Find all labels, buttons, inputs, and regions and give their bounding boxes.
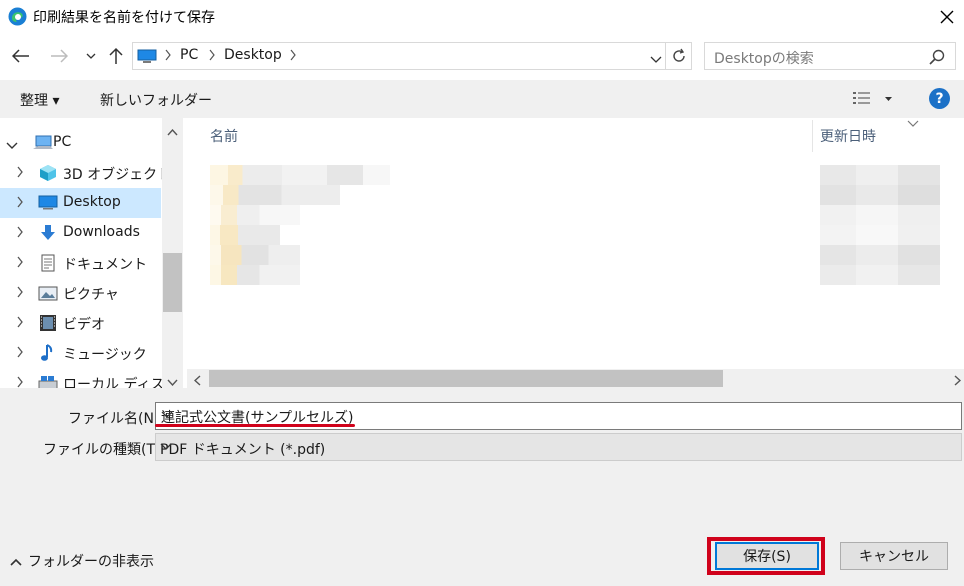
breadcrumb-separator-icon [164, 49, 172, 65]
arrow-left-icon [12, 49, 29, 63]
chevron-right-icon[interactable] [16, 196, 24, 212]
nav-item-label: ミュージック [63, 347, 147, 363]
scroll-up-icon[interactable] [167, 124, 178, 140]
pc-icon [32, 134, 53, 152]
3d-objects-icon [38, 164, 58, 182]
help-button[interactable]: ? [929, 88, 950, 109]
chevron-down-icon[interactable] [161, 407, 957, 423]
forward-button[interactable] [44, 42, 74, 70]
edge-logo-icon [8, 7, 27, 26]
nav-item-label: ピクチャ [63, 287, 119, 303]
close-button[interactable] [930, 0, 964, 34]
arrow-right-icon [51, 49, 68, 63]
breadcrumb-separator-icon [208, 49, 216, 65]
hide-folders-toggle[interactable]: フォルダーの非表示 [10, 551, 154, 571]
recent-locations-button[interactable] [82, 42, 100, 70]
chevron-right-icon[interactable] [16, 316, 24, 332]
nav-item-label: ビデオ [63, 317, 105, 333]
up-button[interactable] [104, 42, 128, 70]
filetype-select[interactable]: PDF ドキュメント (*.pdf) [155, 433, 962, 461]
documents-icon [38, 254, 58, 272]
view-options-button[interactable] [852, 88, 896, 110]
file-row-blurred[interactable] [210, 205, 300, 225]
navigation-pane: PC 3D オブジェクト Desktop Downloads ドキュメント ピク… [0, 118, 183, 388]
chevron-right-icon[interactable] [16, 286, 24, 302]
file-row-blurred[interactable] [210, 245, 300, 265]
date-cell-blurred [820, 245, 940, 265]
refresh-button[interactable] [666, 42, 692, 70]
chevron-right-icon[interactable] [16, 226, 24, 242]
column-divider[interactable] [812, 120, 813, 152]
sort-chevron-icon [907, 116, 919, 132]
chevron-right-icon[interactable] [16, 376, 24, 388]
nav-item-label: Desktop [63, 194, 121, 210]
arrow-up-icon [109, 47, 123, 64]
new-folder-button[interactable]: 新しいフォルダー [100, 90, 212, 110]
details-view-icon [853, 92, 892, 104]
nav-item-3d-objects[interactable]: 3D オブジェクト [0, 158, 171, 188]
desktop-icon [38, 194, 58, 212]
nav-item-label: Downloads [63, 224, 140, 240]
nav-item-pc[interactable]: PC [0, 128, 161, 158]
local-disk-icon [38, 374, 58, 388]
window-title: 印刷結果を名前を付けて保存 [33, 10, 215, 26]
organize-button[interactable]: 整理 ▾ [20, 90, 59, 110]
refresh-icon [672, 48, 685, 62]
filetype-label: ファイルの種類(T): [43, 442, 166, 458]
address-dropdown-icon[interactable] [650, 52, 662, 68]
date-cell-blurred [820, 225, 940, 245]
hide-folders-label: フォルダーの非表示 [28, 554, 154, 570]
date-cell-blurred [820, 165, 940, 185]
search-placeholder: Desktopの検索 [714, 51, 814, 67]
column-header-date-modified[interactable]: 更新日時 [820, 126, 876, 146]
chevron-right-icon[interactable] [16, 346, 24, 362]
nav-item-label: 3D オブジェクト [63, 167, 172, 183]
date-cell-blurred [820, 265, 940, 285]
music-icon [38, 344, 58, 362]
nav-item-label: PC [53, 134, 72, 150]
horizontal-scrollbar-thumb[interactable] [209, 370, 723, 387]
search-icon [929, 49, 945, 69]
nav-item-music[interactable]: ミュージック [0, 338, 161, 368]
address-bar[interactable]: PC Desktop [132, 42, 666, 70]
nav-item-downloads[interactable]: Downloads [0, 218, 161, 248]
back-button[interactable] [6, 42, 36, 70]
chevron-right-icon[interactable] [16, 166, 24, 182]
nav-item-label: ドキュメント [63, 257, 147, 273]
breadcrumb-pc[interactable]: PC [180, 47, 198, 63]
search-input[interactable]: Desktopの検索 [704, 42, 956, 70]
chevron-down-icon[interactable] [6, 138, 18, 154]
downloads-icon [38, 224, 58, 242]
filename-label: ファイル名(N): [68, 411, 165, 427]
videos-icon [38, 314, 58, 332]
breadcrumb-desktop[interactable]: Desktop [224, 47, 282, 63]
close-icon [940, 10, 954, 24]
nav-item-videos[interactable]: ビデオ [0, 308, 161, 338]
file-row-blurred[interactable] [210, 185, 340, 205]
column-header-name[interactable]: 名前 [210, 126, 238, 146]
date-cell-blurred [820, 185, 940, 205]
save-button[interactable]: 保存(S) [715, 542, 819, 570]
breadcrumb-separator-icon [289, 49, 297, 65]
file-row-blurred[interactable] [210, 265, 300, 285]
pictures-icon [38, 284, 58, 302]
file-row-blurred[interactable] [210, 165, 390, 185]
nav-item-desktop[interactable]: Desktop [0, 188, 161, 218]
nav-item-local-disk[interactable]: ローカル ディスク ( [0, 368, 183, 388]
nav-scrollbar-thumb[interactable] [163, 253, 182, 312]
nav-item-documents[interactable]: ドキュメント [0, 248, 161, 278]
chevron-down-icon[interactable] [160, 439, 957, 455]
chevron-down-icon [86, 53, 96, 59]
nav-item-pictures[interactable]: ピクチャ [0, 278, 161, 308]
chevron-right-icon[interactable] [16, 256, 24, 272]
chevron-up-icon [10, 558, 22, 566]
date-cell-blurred [820, 205, 940, 225]
file-row-blurred[interactable] [210, 225, 280, 245]
cancel-button[interactable]: キャンセル [840, 542, 948, 570]
pc-icon [137, 49, 157, 67]
red-underline-annotation [155, 424, 355, 427]
